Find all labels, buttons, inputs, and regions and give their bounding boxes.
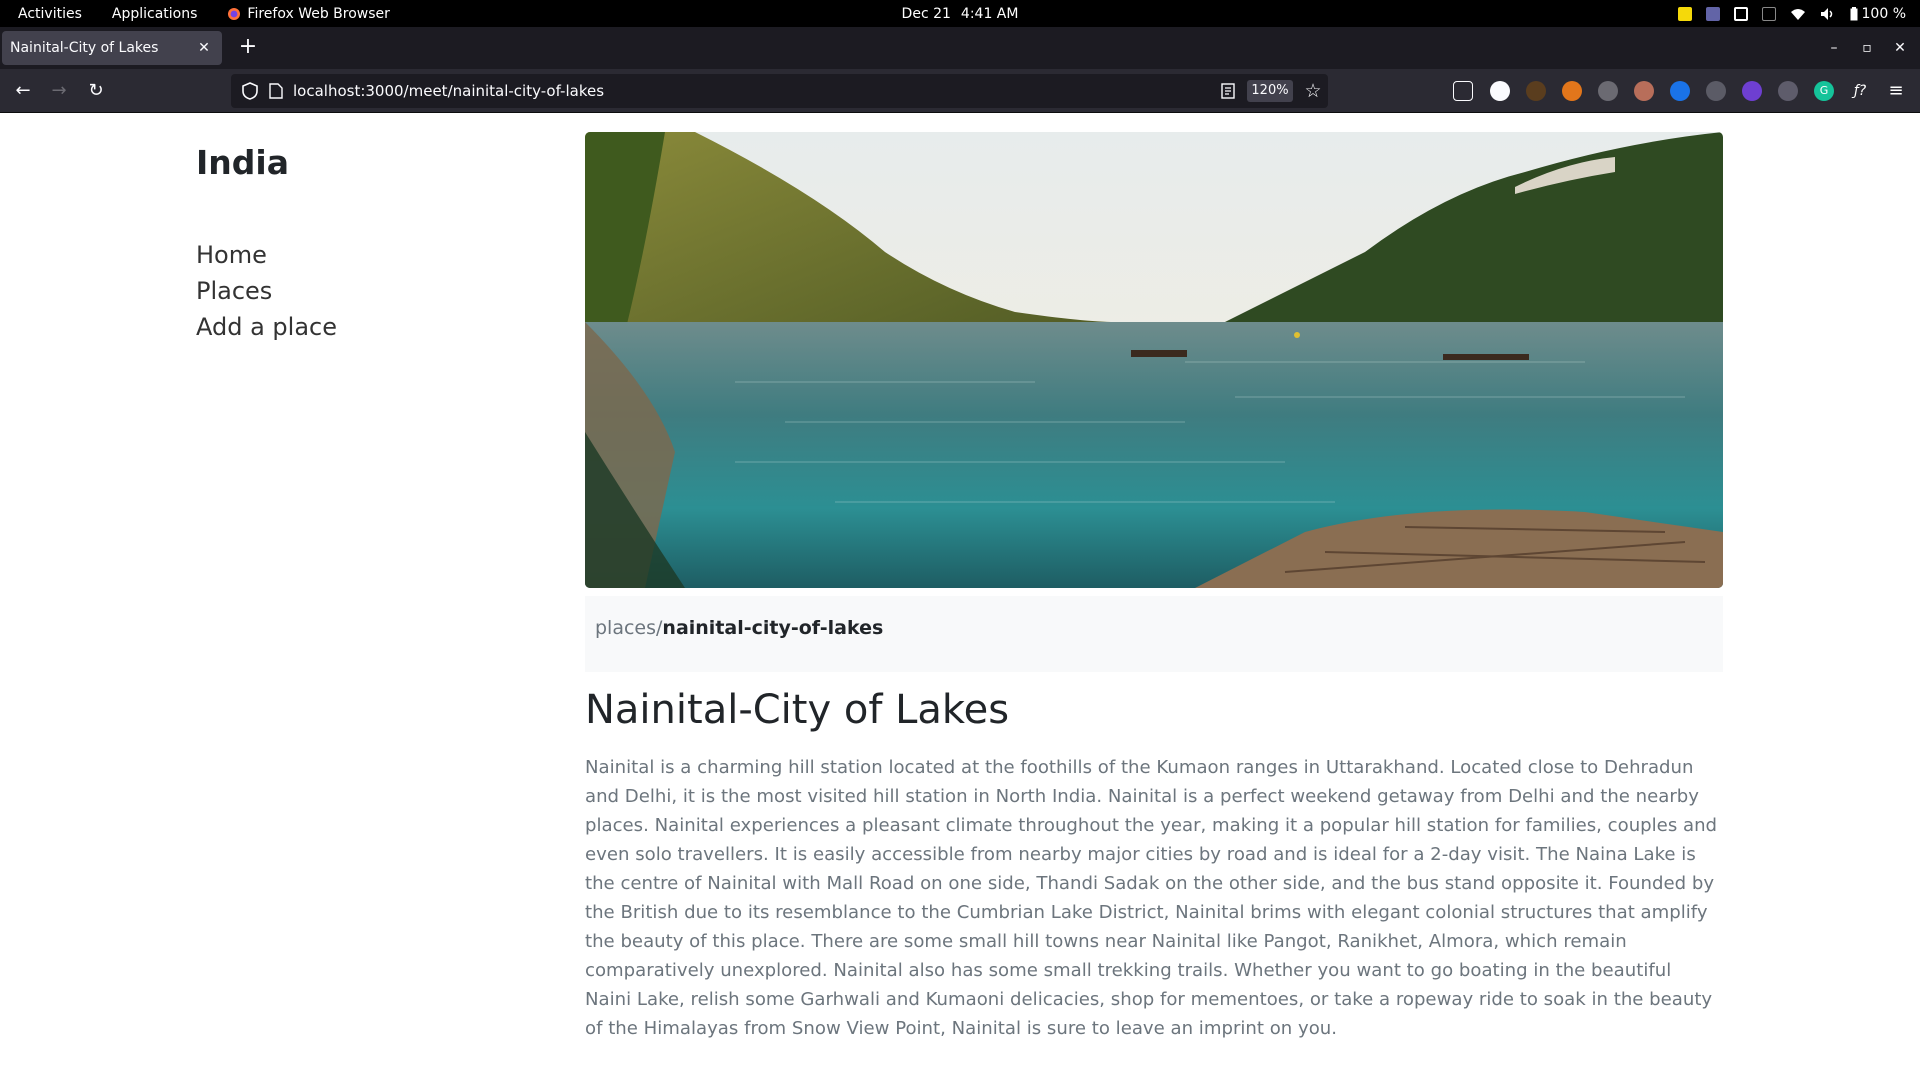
- keyboard-tray-icon[interactable]: [1761, 6, 1776, 21]
- battery-icon: [1850, 6, 1858, 20]
- navigation-toolbar: ← → ↻ localhost:3000/meet/nainital-city-…: [0, 69, 1920, 113]
- breadcrumb-current: nainital-city-of-lakes: [662, 617, 884, 639]
- maximize-button[interactable]: ▫: [1854, 35, 1880, 61]
- teams-tray-icon[interactable]: [1705, 6, 1720, 21]
- forward-button[interactable]: →: [45, 77, 73, 105]
- lake-hero-image: [585, 132, 1723, 588]
- tab-title: Nainital-City of Lakes: [10, 40, 159, 56]
- site-brand[interactable]: India: [196, 143, 289, 182]
- formula-extension-icon[interactable]: ƒ?: [1850, 81, 1870, 101]
- cookie-icon[interactable]: [1634, 81, 1654, 101]
- volume-icon[interactable]: [1820, 7, 1836, 21]
- page-content: India Home Places Add a place places/nai…: [0, 113, 1920, 1080]
- url-text[interactable]: localhost:3000/meet/nainital-city-of-lak…: [293, 74, 604, 108]
- clock[interactable]: Dec 21 4:41 AM: [0, 0, 1920, 27]
- tab-strip: Nainital-City of Lakes ✕ + – ▫ ✕: [0, 27, 1920, 69]
- url-bar[interactable]: localhost:3000/meet/nainital-city-of-lak…: [231, 74, 1328, 108]
- battery-indicator[interactable]: 100 %: [1850, 6, 1906, 22]
- nav-link-home[interactable]: Home: [196, 241, 267, 269]
- date: Dec 21: [901, 5, 951, 22]
- library-icon[interactable]: [1598, 81, 1618, 101]
- breadcrumb: places/nainital-city-of-lakes: [585, 596, 1723, 672]
- bookmark-star-icon[interactable]: ☆: [1301, 78, 1325, 104]
- nav-link-add-place[interactable]: Add a place: [196, 313, 337, 341]
- menu-icon[interactable]: ≡: [1886, 81, 1906, 101]
- new-tab-button[interactable]: +: [235, 35, 261, 61]
- page-info-icon[interactable]: [269, 83, 283, 99]
- indicator-tray-icon[interactable]: [1733, 6, 1748, 21]
- back-button[interactable]: ←: [9, 77, 37, 105]
- battery-percentage: 100 %: [1861, 5, 1906, 22]
- clipboard-icon[interactable]: [1706, 81, 1726, 101]
- extension-icon[interactable]: [1526, 81, 1546, 101]
- tab-close-icon[interactable]: ✕: [194, 38, 214, 58]
- metamask-icon[interactable]: [1562, 81, 1582, 101]
- pen-extension-icon[interactable]: [1778, 81, 1798, 101]
- nav-link-places[interactable]: Places: [196, 277, 272, 305]
- pocket-icon[interactable]: [1453, 81, 1473, 101]
- shield-extension-icon[interactable]: [1670, 81, 1690, 101]
- page-title: Nainital-City of Lakes: [585, 687, 1010, 733]
- wifi-icon[interactable]: [1790, 7, 1806, 21]
- browser-tab[interactable]: Nainital-City of Lakes ✕: [2, 31, 222, 65]
- tracking-protection-icon[interactable]: [241, 82, 259, 100]
- grammarly-icon[interactable]: G: [1814, 81, 1834, 101]
- reload-button[interactable]: ↻: [82, 77, 110, 105]
- notes-tray-icon[interactable]: [1677, 6, 1692, 21]
- account-icon[interactable]: [1490, 81, 1510, 101]
- minimize-button[interactable]: –: [1821, 35, 1847, 61]
- system-top-bar: Activities Applications Firefox Web Brow…: [0, 0, 1920, 27]
- ghost-extension-icon[interactable]: [1742, 81, 1762, 101]
- reader-view-icon[interactable]: [1219, 82, 1237, 100]
- breadcrumb-parent-link[interactable]: places/: [595, 617, 662, 639]
- place-description: Nainital is a charming hill station loca…: [585, 757, 1718, 1039]
- time: 4:41 AM: [960, 5, 1019, 22]
- close-window-button[interactable]: ✕: [1887, 35, 1913, 61]
- zoom-level-badge[interactable]: 120%: [1247, 80, 1293, 102]
